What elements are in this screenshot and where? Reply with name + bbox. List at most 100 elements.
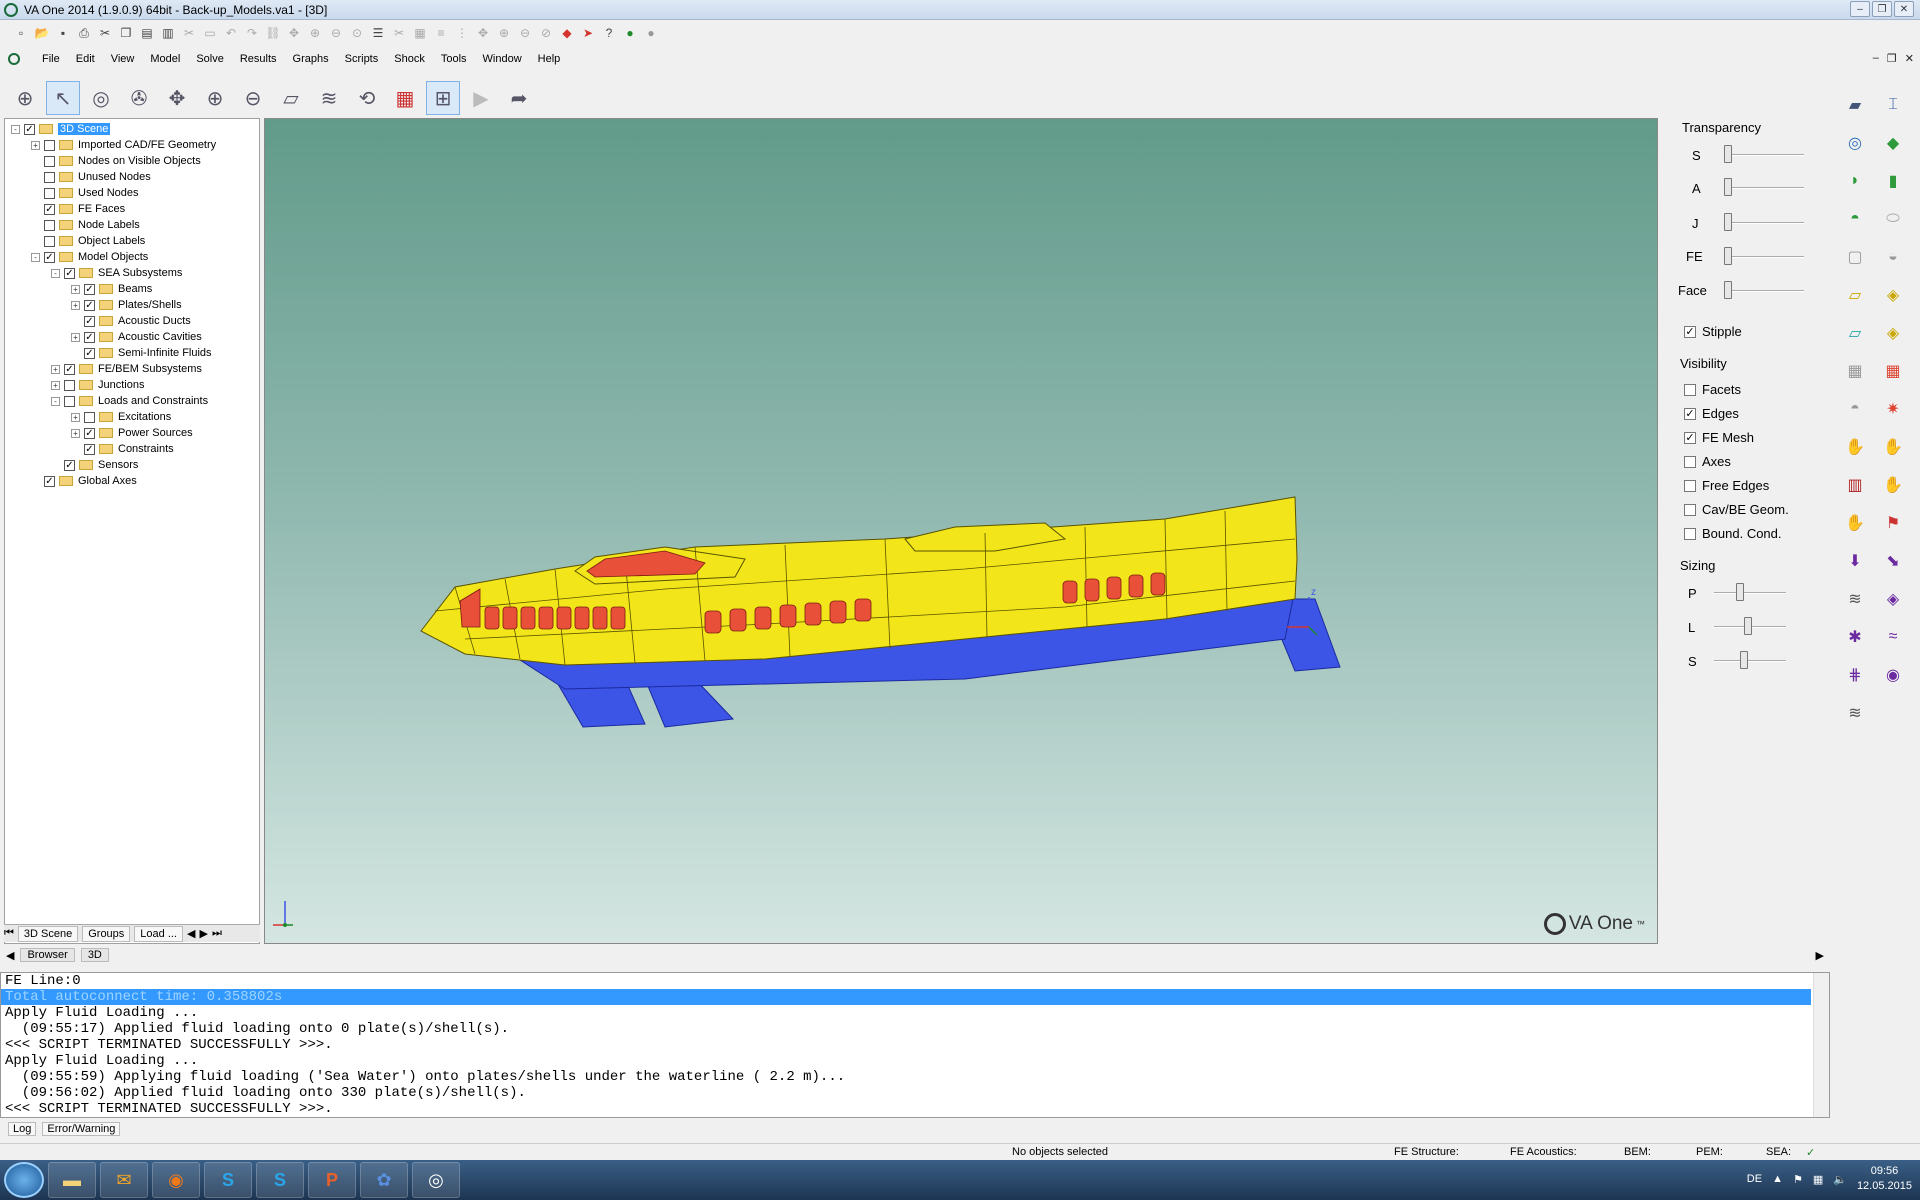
mdi-restore-button[interactable]: ❐ bbox=[1887, 52, 1897, 65]
tab-load[interactable]: Load ... bbox=[134, 925, 183, 942]
mdi-minimize-button[interactable]: – bbox=[1873, 52, 1879, 65]
link-icon[interactable]: ⛓ bbox=[264, 24, 282, 42]
skype-task-icon[interactable]: S bbox=[204, 1162, 252, 1198]
pipe-icon[interactable]: ⬭ bbox=[1880, 206, 1906, 232]
close-button[interactable]: ✕ bbox=[1894, 1, 1914, 17]
flat-plate-icon[interactable]: ◆ bbox=[1880, 130, 1906, 156]
clock[interactable]: 09:56 12.05.2015 bbox=[1857, 1164, 1912, 1194]
slider-thumb[interactable] bbox=[1724, 247, 1732, 265]
ring-create-icon[interactable]: ◎ bbox=[1842, 130, 1868, 156]
menu-shock[interactable]: Shock bbox=[386, 53, 433, 65]
pan-icon[interactable]: ✥ bbox=[474, 24, 492, 42]
tree-item[interactable]: ✓ Acoustic Ducts bbox=[71, 313, 191, 329]
checkbox-box[interactable] bbox=[1684, 383, 1696, 396]
tree-item[interactable]: ✓ Semi-Infinite Fluids bbox=[71, 345, 212, 361]
expand-toggle[interactable]: + bbox=[71, 284, 80, 294]
zoom2-icon[interactable]: ⊕ bbox=[495, 24, 513, 42]
go-icon[interactable]: ● bbox=[621, 24, 639, 42]
network-tray-icon[interactable]: ▦ bbox=[1813, 1173, 1823, 1186]
zoom-out-view-icon[interactable]: ⊖ bbox=[236, 81, 270, 115]
layers-icon[interactable]: ≋ bbox=[312, 81, 346, 115]
tree-checkbox[interactable] bbox=[44, 139, 55, 151]
propagating-wave-icon[interactable]: ⋕ bbox=[1842, 662, 1868, 688]
tab-3d-scene[interactable]: 3D Scene bbox=[17, 925, 79, 942]
tree-item[interactable]: + ✓ Plates/Shells bbox=[71, 297, 182, 313]
tree-checkbox[interactable]: ✓ bbox=[84, 283, 95, 295]
select-disabled-icon[interactable]: ▭ bbox=[201, 24, 219, 42]
grid-cavity-icon[interactable]: ▦ bbox=[1842, 358, 1868, 384]
slider-thumb[interactable] bbox=[1744, 617, 1752, 635]
save-icon[interactable]: ▪ bbox=[54, 24, 72, 42]
scroll-right-icon[interactable]: ▶ bbox=[1816, 949, 1824, 962]
tree-checkbox[interactable]: ✓ bbox=[84, 427, 95, 439]
checkbox-box[interactable]: ✓ bbox=[1684, 407, 1696, 420]
log-output[interactable]: FE Line:0 Total autoconnect time: 0.35880… bbox=[0, 972, 1830, 1118]
load-angle-icon[interactable]: ⬊ bbox=[1880, 548, 1906, 574]
document-icon[interactable] bbox=[8, 53, 20, 65]
expand-toggle[interactable]: + bbox=[51, 364, 60, 374]
select-pointer-icon[interactable]: ↖ bbox=[46, 81, 80, 115]
visibility-checkbox[interactable]: Axes bbox=[1684, 454, 1731, 469]
zoom-out-icon[interactable]: ⊖ bbox=[327, 24, 345, 42]
cut-icon[interactable]: ✂ bbox=[96, 24, 114, 42]
menu-view[interactable]: View bbox=[103, 53, 143, 65]
tree-item[interactable]: Nodes on Visible Objects bbox=[31, 153, 201, 169]
visibility-checkbox[interactable]: ✓ FE Mesh bbox=[1684, 430, 1754, 445]
layer-plate-icon[interactable]: ▱ bbox=[1842, 282, 1868, 308]
fluid-stack-icon[interactable]: ◈ bbox=[1880, 320, 1906, 346]
tree-checkbox[interactable]: ✓ bbox=[64, 459, 75, 471]
open-icon[interactable]: 📂 bbox=[33, 24, 51, 42]
checkbox-box[interactable] bbox=[1684, 503, 1696, 516]
node-icon[interactable]: ⋮ bbox=[453, 24, 471, 42]
start-button[interactable] bbox=[4, 1162, 44, 1198]
slider-thumb[interactable] bbox=[1724, 145, 1732, 163]
expand-toggle[interactable]: + bbox=[31, 140, 40, 150]
diffuse-field-icon[interactable]: ✱ bbox=[1842, 624, 1868, 650]
wave-load-icon[interactable]: ≋ bbox=[1842, 586, 1868, 612]
checkbox-box[interactable]: ✓ bbox=[1684, 431, 1696, 444]
tree-checkbox[interactable] bbox=[44, 235, 55, 247]
tray-arrow-icon[interactable]: ▲ bbox=[1772, 1173, 1783, 1185]
red-cavity-icon[interactable]: ▦ bbox=[1880, 358, 1906, 384]
expand-toggle[interactable]: + bbox=[71, 428, 80, 438]
menu-results[interactable]: Results bbox=[232, 53, 285, 65]
paste-icon[interactable]: ▤ bbox=[138, 24, 156, 42]
volume-tray-icon[interactable]: 🔈 bbox=[1833, 1173, 1847, 1186]
tree-checkbox[interactable] bbox=[44, 155, 55, 167]
tree-item[interactable]: Node Labels bbox=[31, 217, 140, 233]
tree-item[interactable]: ✓ Sensors bbox=[51, 457, 138, 473]
tree-item[interactable]: Object Labels bbox=[31, 233, 145, 249]
tree-item[interactable]: + Imported CAD/FE Geometry bbox=[31, 137, 216, 153]
menu-help[interactable]: Help bbox=[530, 53, 569, 65]
hand-junction-icon[interactable]: ✋ bbox=[1842, 434, 1868, 460]
log-scrollbar[interactable] bbox=[1813, 973, 1829, 1117]
slider-thumb[interactable] bbox=[1724, 213, 1732, 231]
transparency-slider-face[interactable] bbox=[1724, 290, 1804, 292]
slider-thumb[interactable] bbox=[1740, 651, 1748, 669]
tree-checkbox[interactable]: ✓ bbox=[84, 443, 95, 455]
paste-special-icon[interactable]: ▥ bbox=[159, 24, 177, 42]
transparency-slider-s[interactable] bbox=[1724, 154, 1804, 156]
cut-disabled-icon[interactable]: ✂ bbox=[180, 24, 198, 42]
explorer-task-icon[interactable]: ▬ bbox=[48, 1162, 96, 1198]
grid-icon[interactable]: ▦ bbox=[411, 24, 429, 42]
tab-error-warning[interactable]: Error/Warning bbox=[42, 1122, 121, 1136]
force-icon[interactable]: ✋ bbox=[1842, 510, 1868, 536]
tree-checkbox[interactable]: ✓ bbox=[84, 299, 95, 311]
solve-icon[interactable]: ◆ bbox=[558, 24, 576, 42]
prev-tab-arrow-icon[interactable]: ◀ bbox=[187, 927, 195, 940]
tree-item[interactable]: + Excitations bbox=[71, 409, 171, 425]
half-sphere-icon[interactable]: ◒ bbox=[1880, 244, 1906, 270]
zoom3-icon[interactable]: ⊖ bbox=[516, 24, 534, 42]
layer-stack-icon[interactable]: ◈ bbox=[1880, 282, 1906, 308]
tree-checkbox[interactable] bbox=[64, 379, 75, 391]
stack-icon[interactable]: ≡ bbox=[432, 24, 450, 42]
rotate-icon[interactable]: ◎ bbox=[84, 81, 118, 115]
3d-viewport[interactable]: z VA One ™ bbox=[264, 118, 1658, 944]
tree-item[interactable]: + ✓ Beams bbox=[71, 281, 152, 297]
list-icon[interactable]: ☰ bbox=[369, 24, 387, 42]
tree-checkbox[interactable]: ✓ bbox=[44, 203, 55, 215]
cylinder-icon[interactable]: ▮ bbox=[1880, 168, 1906, 194]
flower-app-task-icon[interactable]: ✿ bbox=[360, 1162, 408, 1198]
pressure-icon[interactable]: ◈ bbox=[1880, 586, 1906, 612]
